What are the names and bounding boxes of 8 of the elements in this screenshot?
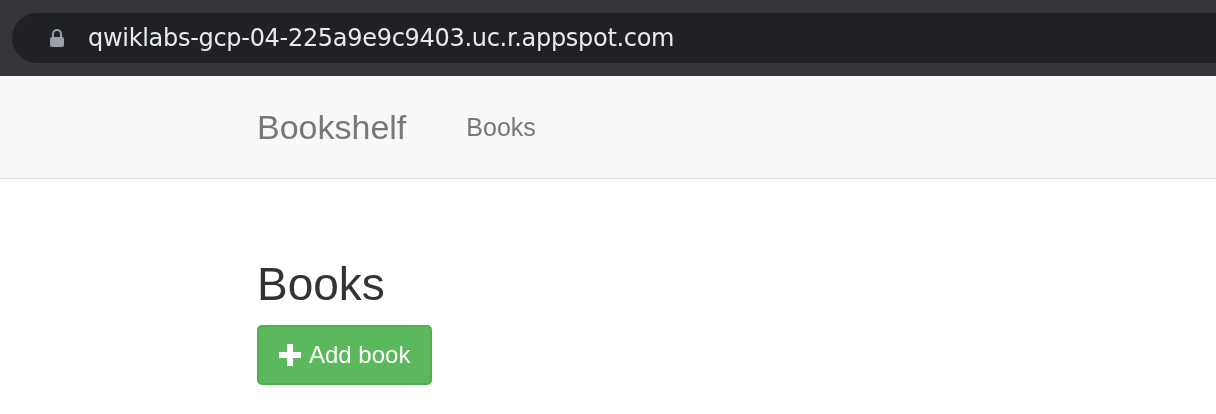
nav-link[interactable]: Books (466, 112, 536, 142)
brand-link[interactable]: Bookshelf (257, 107, 407, 147)
url-text: qwiklabs-gcp-04-225a9e9c9403.uc.r.appspot.com (88, 24, 675, 52)
page-heading: Books (257, 257, 385, 311)
address-bar[interactable]: qwiklabs-gcp-04-225a9e9c9403.uc.r.appspot.com (12, 13, 1216, 63)
lock-icon (50, 29, 64, 47)
add-book-button[interactable]: Add book (257, 325, 433, 385)
plus-icon (279, 344, 301, 366)
